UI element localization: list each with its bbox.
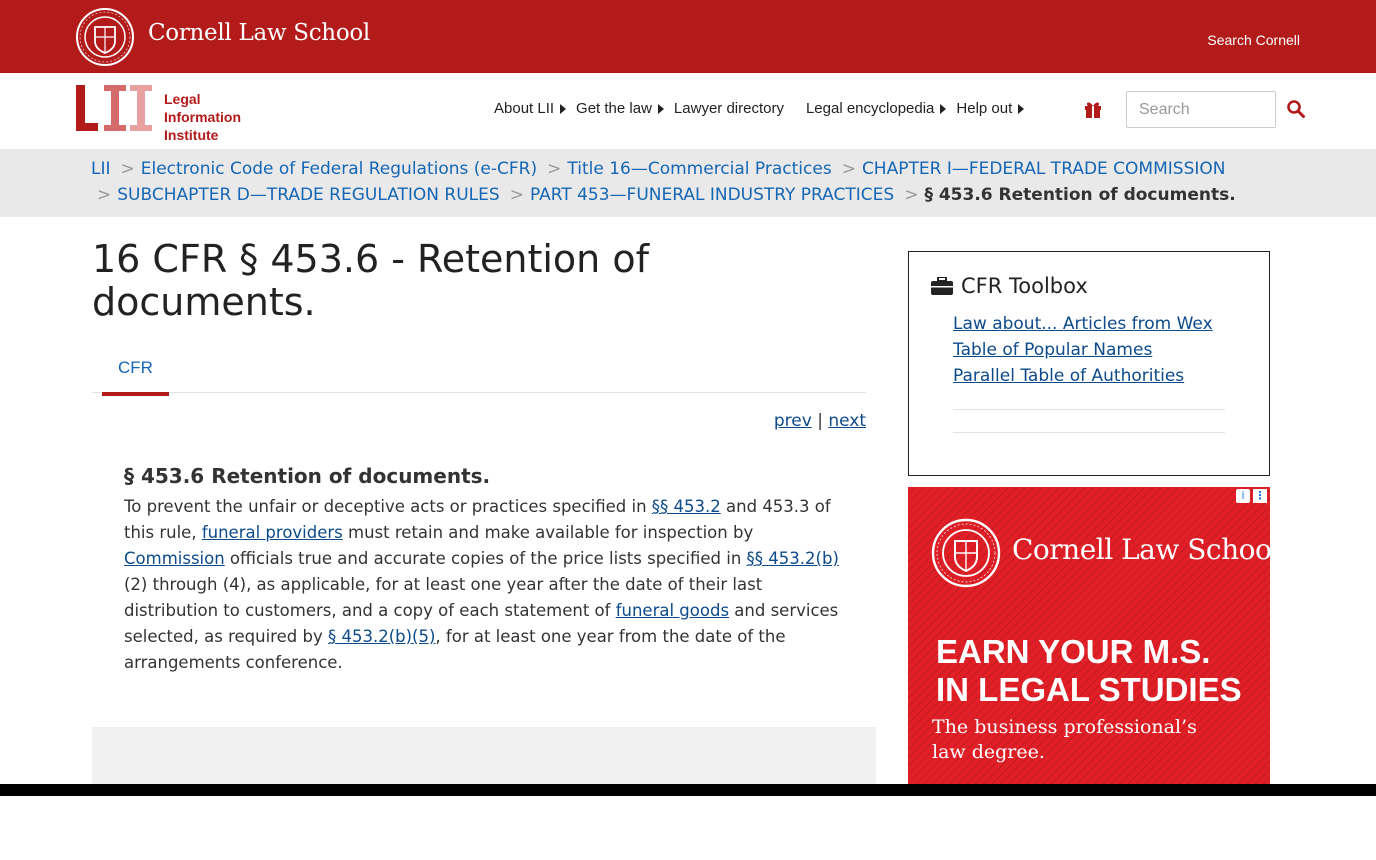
toolbox-title: CFR Toolbox [931,274,1088,298]
nav-lawyer-directory[interactable]: Lawyer directory [674,100,784,117]
next-link[interactable]: next [828,411,866,431]
cornell-seal-icon [931,518,1001,588]
cfr-toolbox: CFR Toolbox Law about... Articles from W… [908,251,1270,476]
breadcrumb-lii[interactable]: LII [91,159,111,179]
link-commission[interactable]: Commission [124,549,225,568]
toolbox-title-text: CFR Toolbox [961,274,1088,298]
toolbox-link-wex[interactable]: Law about... Articles from Wex [953,311,1213,337]
lii-wordmark: Legal Information Institute [164,90,241,144]
ad-headline-line-2: IN LEGAL STUDIES [936,671,1242,708]
prev-next-nav: prev | next [774,411,866,431]
bottom-black-bar [0,784,1376,796]
section-text-part: must retain and make available for inspe… [342,523,754,542]
link-funeral-goods[interactable]: funeral goods [616,601,729,620]
link-453-2-b[interactable]: §§ 453.2(b) [747,549,839,568]
cornell-seal-icon[interactable] [74,7,136,67]
breadcrumb-separator: > [904,185,919,205]
briefcase-icon [931,277,953,295]
prev-next-separator: | [817,411,823,431]
toolbox-divider [953,432,1225,433]
breadcrumb-line-1: LII > Electronic Code of Federal Regulatio… [91,159,1225,179]
section-heading: § 453.6 Retention of documents. [124,464,491,488]
ad-sub-line-1: The business professional’s [932,716,1197,738]
breadcrumb-separator: > [547,159,562,179]
nav-get-the-law[interactable]: Get the law [576,100,664,117]
toolbox-divider [953,409,1225,410]
breadcrumb-part-453[interactable]: PART 453—FUNERAL INDUSTRY PRACTICES [530,185,894,205]
ad-headline: EARN YOUR M.S. IN LEGAL STUDIES [936,633,1242,709]
ad-subheadline: The business professional’s law degree. [932,715,1197,765]
lii-line-legal: Legal [164,91,201,107]
breadcrumb-title-16[interactable]: Title 16—Commercial Practices [567,159,831,179]
ad-brand: Cornell Law School [1012,533,1270,566]
nav-help-out-label: Help out [956,100,1013,117]
lii-logo[interactable]: Legal Information Institute [76,83,256,143]
breadcrumb-subchapter-d[interactable]: SUBCHAPTER D—TRADE REGULATION RULES [117,185,499,205]
toolbox-link-parallel-table[interactable]: Parallel Table of Authorities [953,363,1213,389]
breadcrumb-separator: > [509,185,524,205]
toolbox-link-popular-names[interactable]: Table of Popular Names [953,337,1213,363]
prev-link[interactable]: prev [774,411,812,431]
search-cornell-link[interactable]: Search Cornell [1207,32,1300,48]
lii-line-information: Information [164,109,241,125]
content-footer-box [92,727,876,784]
link-funeral-providers[interactable]: funeral providers [202,523,343,542]
section-text-part: To prevent the unfair or deceptive acts … [124,497,652,516]
lii-letters-icon [76,85,152,131]
ad-info-icon[interactable]: i [1236,489,1250,503]
breadcrumb-current: § 453.6 Retention of documents. [924,185,1236,205]
nav-legal-encyclopedia-label: Legal encyclopedia [805,100,935,117]
nav-about-lii[interactable]: About LII [494,100,567,117]
nav-about-lii-label: About LII [494,100,555,117]
cornell-ad[interactable]: i ⋮ Cornell Law School EARN YOUR M.S. IN… [908,487,1270,784]
caret-right-icon [940,103,947,114]
breadcrumb-ecfr[interactable]: Electronic Code of Federal Regulations (… [141,159,537,179]
search-icon[interactable] [1286,99,1306,119]
breadcrumb-separator: > [120,159,135,179]
ad-headline-line-1: EARN YOUR M.S. [936,633,1211,670]
lii-line-institute: Institute [164,127,219,143]
link-453-2[interactable]: §§ 453.2 [652,497,721,516]
nav-help-out[interactable]: Help out [956,100,1025,117]
main-nav: About LII Get the law Lawyer directory L… [494,100,1034,117]
breadcrumb: LII > Electronic Code of Federal Regulatio… [0,149,1376,217]
caret-right-icon [560,103,567,114]
toolbox-links: Law about... Articles from Wex Table of … [953,311,1213,389]
gift-icon[interactable] [1083,99,1103,119]
cornell-law-school-title[interactable]: Cornell Law School [148,20,370,46]
breadcrumb-chapter-i[interactable]: CHAPTER I—FEDERAL TRADE COMMISSION [862,159,1226,179]
tab-cfr[interactable]: CFR [102,348,169,396]
caret-right-icon [1018,103,1025,114]
section-text: To prevent the unfair or deceptive acts … [124,494,854,676]
cornell-header: Cornell Law School Search Cornell [0,0,1376,73]
nav-get-the-law-label: Get the law [576,100,652,117]
lii-nav-bar: Legal Information Institute About LII Ge… [0,73,1376,149]
tab-bar: CFR [92,348,866,396]
breadcrumb-separator: > [97,185,112,205]
search-input[interactable] [1126,91,1276,128]
caret-right-icon [657,103,664,114]
nav-lawyer-directory-label: Lawyer directory [673,100,784,117]
link-453-2-b-5[interactable]: § 453.2(b)(5) [328,627,435,646]
breadcrumb-line-2: > SUBCHAPTER D—TRADE REGULATION RULES > PAR… [91,185,1236,205]
ad-sub-line-2: law degree. [932,741,1045,763]
section-text-part: officials true and accurate copies of th… [224,549,747,568]
nav-legal-encyclopedia[interactable]: Legal encyclopedia [805,100,947,117]
breadcrumb-separator: > [841,159,856,179]
page-title: 16 CFR § 453.6 - Retention of documents. [92,237,649,324]
ad-menu-icon[interactable]: ⋮ [1253,489,1267,503]
